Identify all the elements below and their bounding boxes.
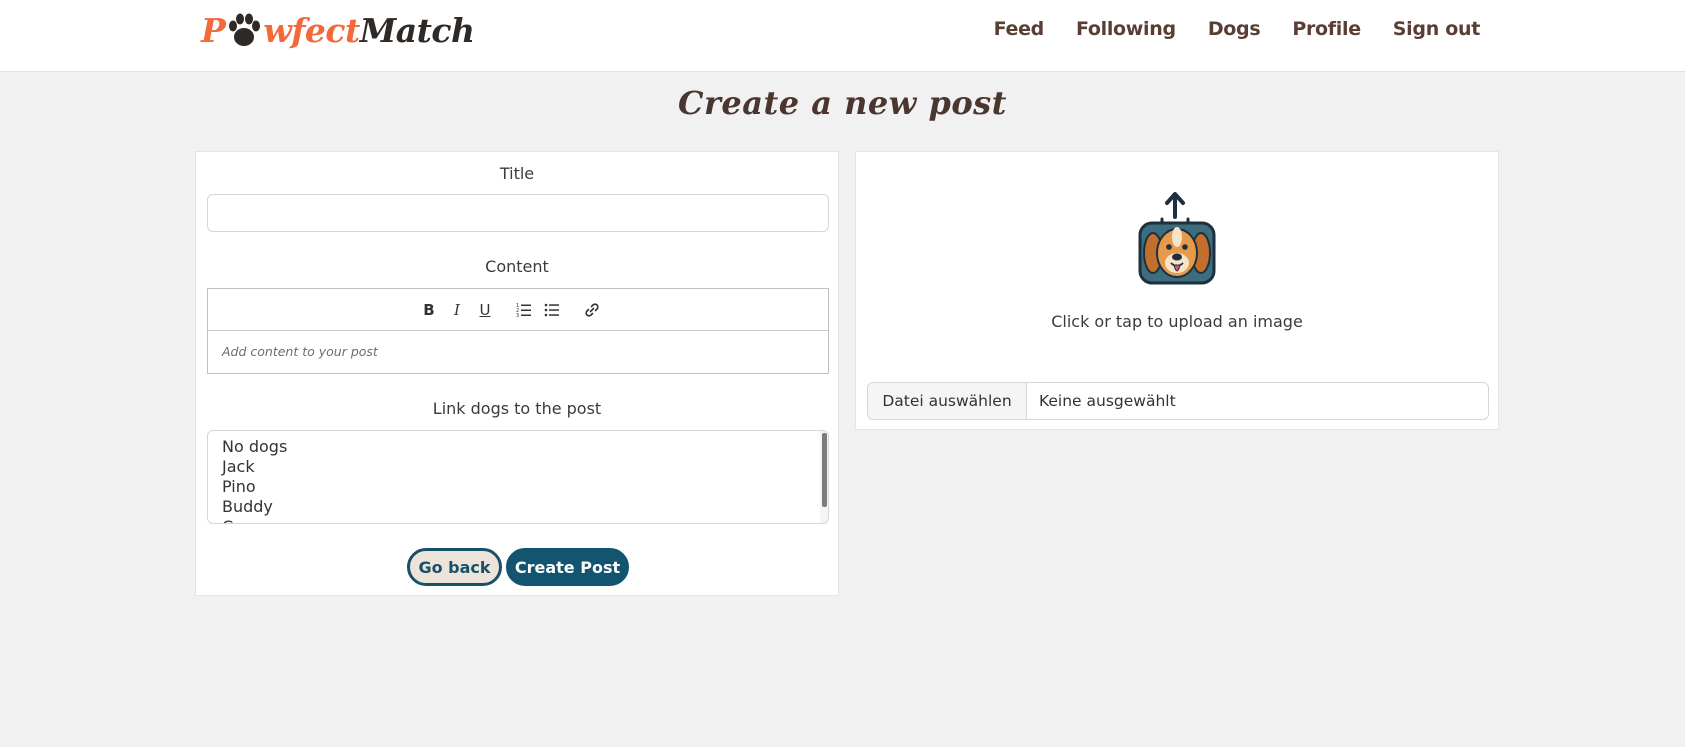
italic-button[interactable]: I [446, 299, 468, 321]
dogs-select[interactable]: No dogs Jack Pino Buddy C [207, 430, 829, 524]
bullet-list-icon[interactable] [541, 299, 563, 321]
underline-button[interactable]: U [474, 299, 496, 321]
title-label: Title [499, 164, 535, 183]
create-post-button[interactable]: Create Post [506, 548, 629, 586]
go-back-button[interactable]: Go back [407, 548, 502, 586]
editor-toolbar: B I U 1 2 3 [208, 289, 828, 331]
dog-upload-icon[interactable] [1136, 187, 1226, 287]
logo[interactable]: P wfect Match [201, 8, 475, 52]
nav-sign-out[interactable]: Sign out [1393, 18, 1481, 40]
nav-profile[interactable]: Profile [1292, 18, 1361, 40]
image-upload-card: Click or tap to upload an image Datei au… [855, 151, 1499, 430]
choose-file-button[interactable]: Datei auswählen [868, 383, 1027, 419]
title-input[interactable] [207, 194, 829, 232]
site-header: P wfect Match Feed Following Dogs Profil… [0, 0, 1685, 72]
ordered-list-icon[interactable]: 1 2 3 [513, 299, 535, 321]
dog-option[interactable]: C [208, 517, 828, 523]
svg-text:3: 3 [516, 313, 519, 318]
nav-feed[interactable]: Feed [994, 18, 1045, 40]
content-placeholder: Add content to your post [222, 344, 378, 359]
file-name-display: Keine ausgewählt [1039, 392, 1176, 410]
content-editor[interactable]: B I U 1 2 3 Add content to your post [207, 288, 829, 374]
file-input[interactable]: Datei auswählen Keine ausgewählt [867, 382, 1489, 420]
paw-icon [226, 10, 262, 50]
content-label: Content [485, 257, 549, 276]
upload-text[interactable]: Click or tap to upload an image [856, 312, 1498, 331]
nav-following[interactable]: Following [1076, 18, 1176, 40]
link-icon[interactable] [581, 299, 603, 321]
bold-button[interactable]: B [418, 299, 440, 321]
dog-option[interactable]: Pino [208, 477, 828, 497]
post-form-card: Title Content B I U 1 2 3 Add content to… [195, 151, 839, 596]
nav-dogs[interactable]: Dogs [1208, 18, 1261, 40]
main-nav: Feed Following Dogs Profile Sign out [962, 18, 1481, 40]
dog-option[interactable]: Buddy [208, 497, 828, 517]
dog-option[interactable]: Jack [208, 457, 828, 477]
dogs-scrollbar[interactable] [820, 431, 828, 523]
dogs-label: Link dogs to the post [432, 399, 602, 418]
page-title: Create a new post [678, 84, 1007, 122]
dogs-scroll-thumb[interactable] [822, 433, 827, 507]
dog-option[interactable]: No dogs [208, 437, 828, 457]
